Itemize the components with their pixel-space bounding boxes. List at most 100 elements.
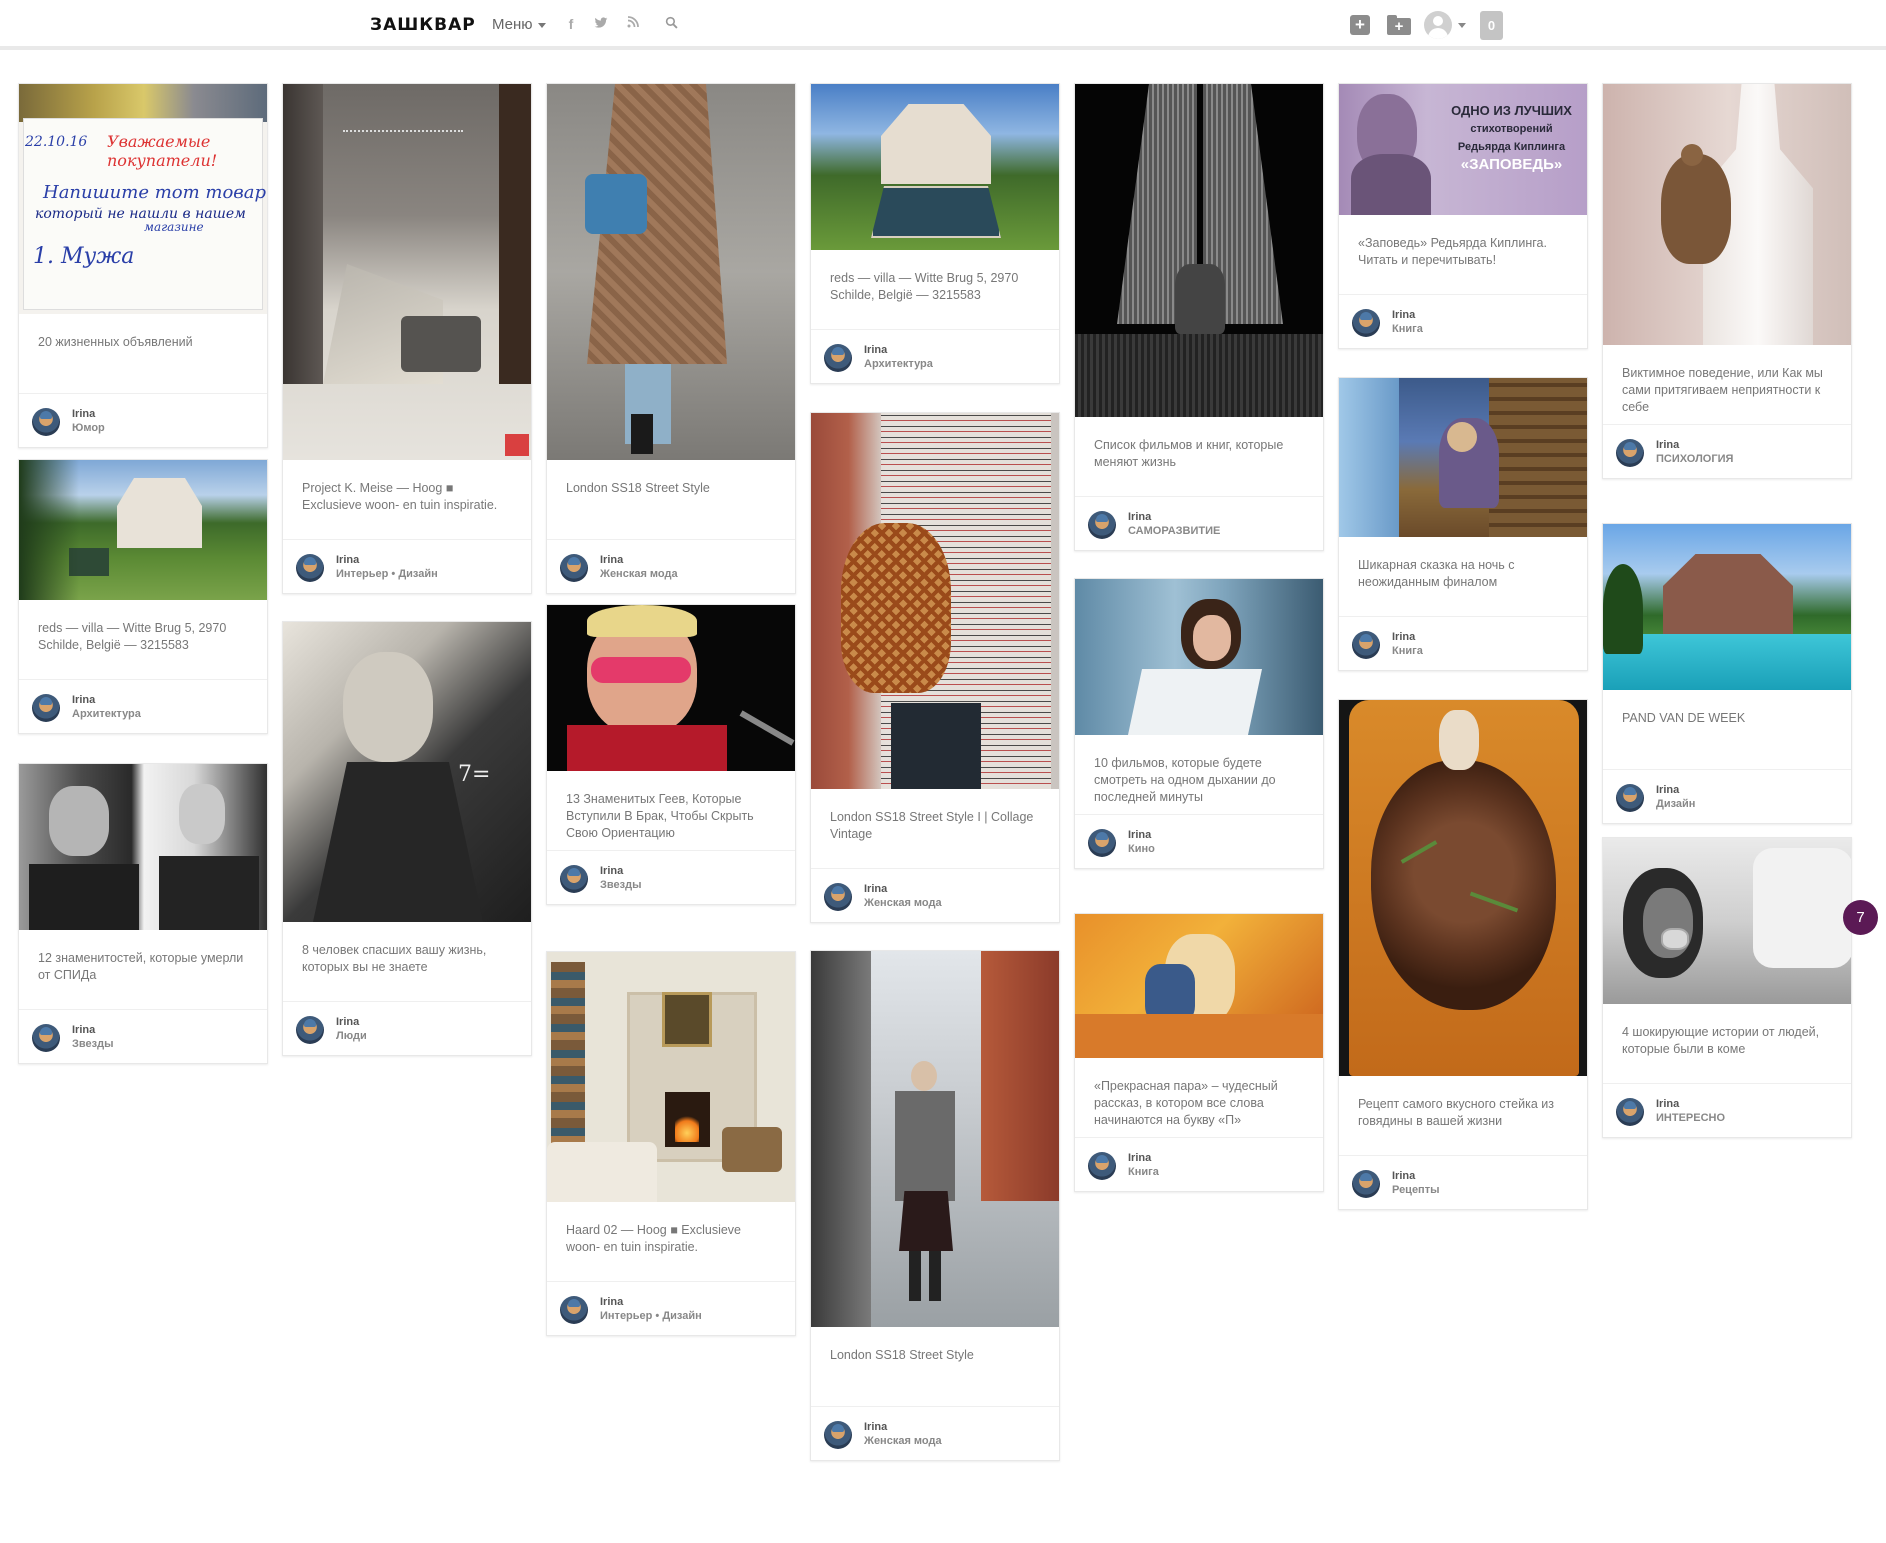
post-title[interactable]: Шикарная сказка на ночь с неожиданным фи… xyxy=(1339,537,1587,617)
post-category[interactable]: Люди xyxy=(336,1030,367,1042)
post-category[interactable]: Книга xyxy=(1392,645,1423,657)
author-name[interactable]: Irina xyxy=(600,1296,623,1308)
notifications-count[interactable]: 0 xyxy=(1480,11,1503,40)
post-title[interactable]: Project K. Meise — Hoog ■ Exclusieve woo… xyxy=(283,460,531,540)
post-category[interactable]: Интерьер • Дизайн xyxy=(336,568,438,580)
menu-dropdown[interactable]: Меню xyxy=(492,16,546,33)
author-avatar[interactable] xyxy=(1616,439,1644,467)
rss-icon[interactable] xyxy=(623,13,643,35)
post-title[interactable]: reds — villa — Witte Brug 5, 2970 Schild… xyxy=(811,250,1059,330)
page-indicator-badge[interactable]: 7 xyxy=(1843,900,1878,935)
author-avatar[interactable] xyxy=(560,1296,588,1324)
author-avatar[interactable] xyxy=(1352,1170,1380,1198)
post-title[interactable]: 12 знаменитостей, которые умерли от СПИД… xyxy=(19,930,267,1010)
post-card[interactable]: 4 шокирующие истории от людей, которые б… xyxy=(1602,837,1852,1138)
post-category[interactable]: Юмор xyxy=(72,422,105,434)
post-title[interactable]: 10 фильмов, которые будете смотреть на о… xyxy=(1075,735,1323,815)
author-name[interactable]: Irina xyxy=(864,1421,887,1433)
author-avatar[interactable] xyxy=(296,554,324,582)
post-category[interactable]: САМОРАЗВИТИЕ xyxy=(1128,525,1220,537)
search-icon[interactable] xyxy=(661,13,681,35)
facebook-icon[interactable]: f xyxy=(561,13,581,35)
author-avatar[interactable] xyxy=(824,344,852,372)
author-avatar[interactable] xyxy=(1352,309,1380,337)
post-title[interactable]: Список фильмов и книг, которые меняют жи… xyxy=(1075,417,1323,497)
post-title[interactable]: Виктимное поведение, или Как мы сами при… xyxy=(1603,345,1851,425)
post-card[interactable]: 13 Знаменитых Геев, Которые Вступили В Б… xyxy=(546,604,796,905)
author-name[interactable]: Irina xyxy=(600,554,623,566)
post-card[interactable]: 7= 8 человек спасших вашу жизнь, которых… xyxy=(282,621,532,1056)
post-card[interactable]: «Прекрасная пара» – чудесный рассказ, в … xyxy=(1074,913,1324,1192)
author-avatar[interactable] xyxy=(1616,784,1644,812)
author-name[interactable]: Irina xyxy=(1656,439,1679,451)
post-title[interactable]: London SS18 Street Style I | Collage Vin… xyxy=(811,789,1059,869)
author-avatar[interactable] xyxy=(824,1421,852,1449)
author-avatar[interactable] xyxy=(560,865,588,893)
author-name[interactable]: Irina xyxy=(1656,1098,1679,1110)
author-name[interactable]: Irina xyxy=(1128,1152,1151,1164)
post-title[interactable]: London SS18 Street Style xyxy=(547,460,795,540)
author-name[interactable]: Irina xyxy=(1392,1170,1415,1182)
author-avatar[interactable] xyxy=(32,1024,60,1052)
post-title[interactable]: Haard 02 — Hoog ■ Exclusieve woon- en tu… xyxy=(547,1202,795,1282)
post-title[interactable]: London SS18 Street Style xyxy=(811,1327,1059,1407)
post-card[interactable]: Haard 02 — Hoog ■ Exclusieve woon- en tu… xyxy=(546,951,796,1336)
post-category[interactable]: ПСИХОЛОГИЯ xyxy=(1656,453,1733,465)
post-category[interactable]: Книга xyxy=(1128,1166,1159,1178)
author-name[interactable]: Irina xyxy=(1392,631,1415,643)
site-logo[interactable]: ЗАШКВАР xyxy=(370,15,476,35)
user-menu[interactable] xyxy=(1424,11,1472,39)
post-title[interactable]: Рецепт самого вкусного стейка из говядин… xyxy=(1339,1076,1587,1156)
author-avatar[interactable] xyxy=(32,408,60,436)
author-name[interactable]: Irina xyxy=(72,408,95,420)
author-avatar[interactable] xyxy=(560,554,588,582)
post-category[interactable]: Звезды xyxy=(600,879,641,891)
author-name[interactable]: Irina xyxy=(864,883,887,895)
post-category[interactable]: Архитектура xyxy=(72,708,141,720)
post-title[interactable]: 20 жизненных объявлений xyxy=(19,314,267,394)
add-folder-button[interactable]: + xyxy=(1387,15,1411,35)
author-avatar[interactable] xyxy=(296,1016,324,1044)
post-title[interactable]: reds — villa — Witte Brug 5, 2970 Schild… xyxy=(19,600,267,680)
post-category[interactable]: Женская мода xyxy=(600,568,678,580)
author-avatar[interactable] xyxy=(32,694,60,722)
post-category[interactable]: Архитектура xyxy=(864,358,933,370)
post-card[interactable]: 12 знаменитостей, которые умерли от СПИД… xyxy=(18,763,268,1064)
post-category[interactable]: Женская мода xyxy=(864,1435,942,1447)
post-category[interactable]: Рецепты xyxy=(1392,1184,1440,1196)
author-avatar[interactable] xyxy=(824,883,852,911)
post-card[interactable]: reds — villa — Witte Brug 5, 2970 Schild… xyxy=(18,459,268,734)
post-category[interactable]: ИНТЕРЕСНО xyxy=(1656,1112,1725,1124)
post-card[interactable]: Виктимное поведение, или Как мы сами при… xyxy=(1602,83,1852,479)
twitter-icon[interactable] xyxy=(591,13,611,35)
post-title[interactable]: 13 Знаменитых Геев, Которые Вступили В Б… xyxy=(547,771,795,851)
author-avatar[interactable] xyxy=(1088,829,1116,857)
author-name[interactable]: Irina xyxy=(1128,511,1151,523)
post-title[interactable]: «Прекрасная пара» – чудесный рассказ, в … xyxy=(1075,1058,1323,1138)
post-card[interactable]: PAND VAN DE WEEK Irina Дизайн xyxy=(1602,523,1852,824)
post-title[interactable]: 4 шокирующие истории от людей, которые б… xyxy=(1603,1004,1851,1084)
author-avatar[interactable] xyxy=(1088,1152,1116,1180)
author-name[interactable]: Irina xyxy=(864,344,887,356)
post-card[interactable]: Project K. Meise — Hoog ■ Exclusieve woo… xyxy=(282,83,532,594)
author-avatar[interactable] xyxy=(1616,1098,1644,1126)
post-card[interactable]: reds — villa — Witte Brug 5, 2970 Schild… xyxy=(810,83,1060,384)
author-name[interactable]: Irina xyxy=(1392,309,1415,321)
post-category[interactable]: Кино xyxy=(1128,843,1155,855)
author-name[interactable]: Irina xyxy=(1656,784,1679,796)
author-name[interactable]: Irina xyxy=(336,1016,359,1028)
post-category[interactable]: Женская мода xyxy=(864,897,942,909)
author-name[interactable]: Irina xyxy=(72,1024,95,1036)
post-card[interactable]: ОДНО ИЗ ЛУЧШИХ стихотворений Редьярда Ки… xyxy=(1338,83,1588,349)
author-avatar[interactable] xyxy=(1352,631,1380,659)
author-name[interactable]: Irina xyxy=(600,865,623,877)
post-card[interactable]: 22.10.16 Уважаемые покупатели! Напишите … xyxy=(18,83,268,448)
post-category[interactable]: Книга xyxy=(1392,323,1423,335)
post-category[interactable]: Звезды xyxy=(72,1038,113,1050)
post-card[interactable]: London SS18 Street Style Irina Женская м… xyxy=(810,950,1060,1461)
post-card[interactable]: Список фильмов и книг, которые меняют жи… xyxy=(1074,83,1324,551)
author-name[interactable]: Irina xyxy=(336,554,359,566)
add-post-button[interactable]: + xyxy=(1350,15,1370,35)
post-category[interactable]: Дизайн xyxy=(1656,798,1695,810)
post-title[interactable]: PAND VAN DE WEEK xyxy=(1603,690,1851,770)
